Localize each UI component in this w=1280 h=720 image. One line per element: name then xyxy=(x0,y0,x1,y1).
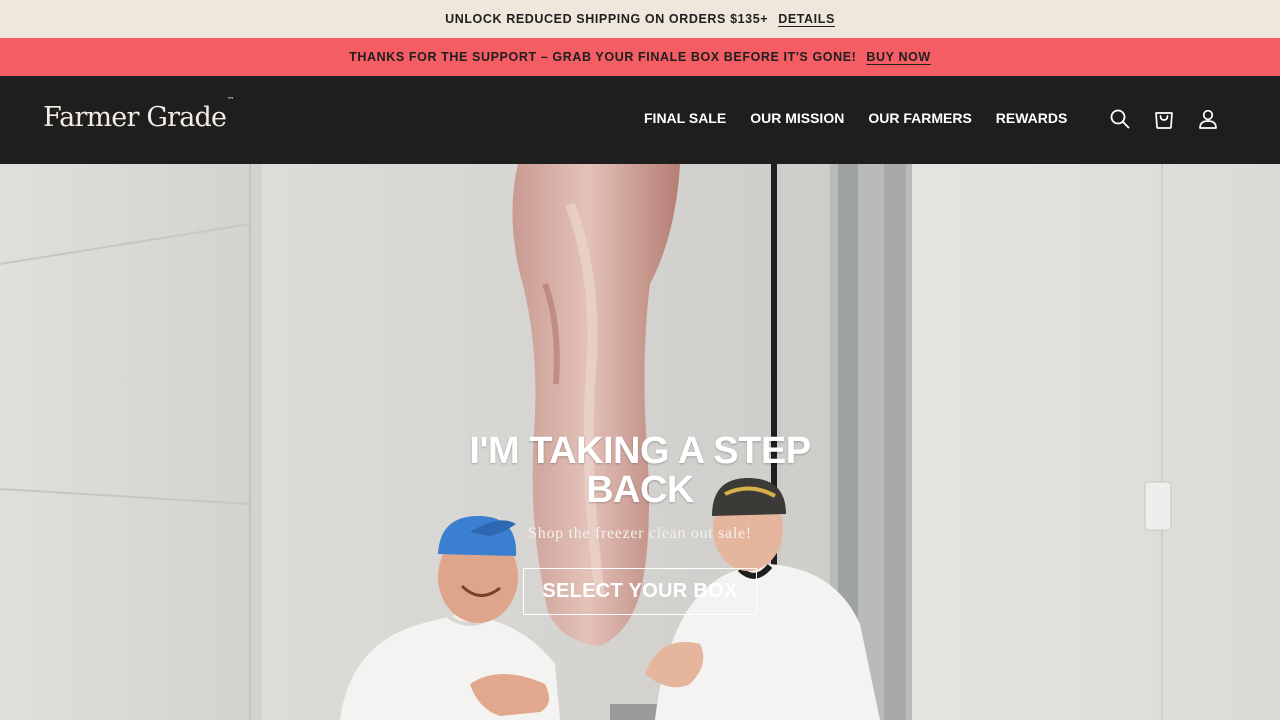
hero-title: I'M TAKING A STEP BACK xyxy=(469,430,811,511)
account-icon xyxy=(1199,109,1217,129)
account-button[interactable] xyxy=(1195,106,1221,132)
nav-rewards[interactable]: REWARDS xyxy=(996,110,1068,126)
search-button[interactable] xyxy=(1107,106,1133,132)
announcement-bar: UNLOCK REDUCED SHIPPING ON ORDERS $135+ … xyxy=(0,0,1280,38)
main-nav: FINAL SALE OUR MISSION OUR FARMERS REWAR… xyxy=(644,110,1091,126)
hero-banner: I'M TAKING A STEP BACK Shop the freezer … xyxy=(0,164,1280,720)
site-header: Farmer Grade™ FINAL SALE OUR MISSION OUR… xyxy=(0,76,1280,164)
search-icon xyxy=(1110,109,1130,129)
promo-text: THANKS FOR THE SUPPORT – GRAB YOUR FINAL… xyxy=(349,50,857,64)
buy-now-link[interactable]: BUY NOW xyxy=(866,50,930,64)
cart-icon xyxy=(1155,112,1173,129)
hero-subtitle: Shop the freezer clean out sale! xyxy=(528,525,752,542)
trademark-mark: ™ xyxy=(227,96,234,104)
announcement-text: UNLOCK REDUCED SHIPPING ON ORDERS $135+ xyxy=(445,12,769,26)
select-your-box-button[interactable]: SELECT YOUR BOX xyxy=(523,568,757,615)
cart-button[interactable] xyxy=(1151,106,1177,132)
details-link[interactable]: DETAILS xyxy=(778,12,835,26)
nav-our-farmers[interactable]: OUR FARMERS xyxy=(868,110,971,126)
nav-our-mission[interactable]: OUR MISSION xyxy=(750,110,844,126)
nav-final-sale[interactable]: FINAL SALE xyxy=(644,110,726,126)
promo-bar: THANKS FOR THE SUPPORT – GRAB YOUR FINAL… xyxy=(0,38,1280,76)
brand-logo[interactable]: Farmer Grade™ xyxy=(43,96,234,133)
brand-logo-text: Farmer Grade xyxy=(43,102,227,133)
hero-content: I'M TAKING A STEP BACK Shop the freezer … xyxy=(440,432,840,615)
